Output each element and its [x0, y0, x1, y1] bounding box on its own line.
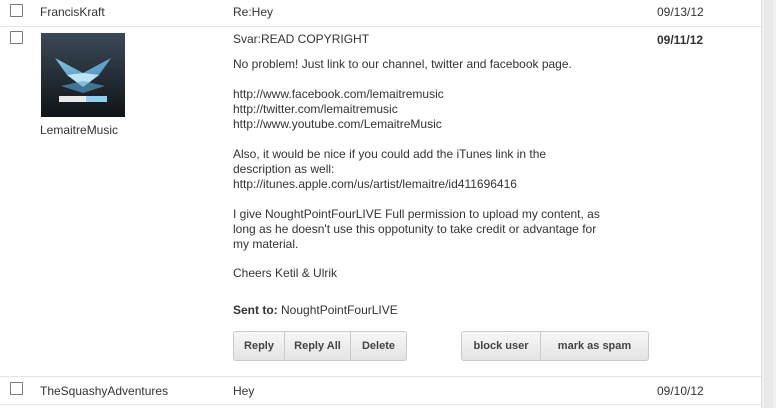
- sent-to-recipient[interactable]: NoughtPointFourLIVE: [281, 303, 398, 317]
- message-date: 09/10/12: [657, 384, 704, 398]
- message-date: 09/13/12: [657, 5, 704, 19]
- row-divider: [0, 376, 762, 377]
- message-date: 09/11/12: [657, 33, 704, 47]
- message-body-line: Also, it would be nice if you could add …: [233, 147, 547, 161]
- message-checkbox[interactable]: [10, 31, 23, 44]
- mark-as-spam-button[interactable]: mark as spam: [540, 331, 649, 361]
- message-subject[interactable]: Hey: [233, 384, 254, 398]
- message-link[interactable]: http://www.facebook.com/lemaitremusic: [233, 87, 444, 101]
- message-body-line: description as well:: [233, 162, 335, 176]
- sent-to-label: Sent to:: [233, 303, 278, 317]
- message-sender[interactable]: TheSquashyAdventures: [40, 384, 168, 398]
- message-link[interactable]: http://www.youtube.com/LemaitreMusic: [233, 117, 442, 131]
- vertical-scrollbar[interactable]: [761, 0, 776, 408]
- message-body-line: my material.: [233, 237, 299, 251]
- message-sender[interactable]: FrancisKraft: [40, 5, 105, 19]
- message-body-line: I give NoughtPointFourLIVE Full permissi…: [233, 207, 600, 221]
- lemaitre-logo-icon: [41, 33, 125, 117]
- block-user-button[interactable]: block user: [461, 331, 541, 361]
- message-subject[interactable]: Svar:READ COPYRIGHT: [233, 32, 369, 46]
- row-divider: [0, 404, 762, 405]
- row-divider: [0, 26, 762, 27]
- sent-to: Sent to: NoughtPointFourLIVE: [233, 303, 398, 317]
- message-checkbox[interactable]: [10, 4, 23, 17]
- delete-button[interactable]: Delete: [350, 331, 407, 361]
- reply-all-button[interactable]: Reply All: [284, 331, 351, 361]
- scrollbar-thumb[interactable]: [764, 0, 773, 408]
- message-subject[interactable]: Re:Hey: [233, 5, 273, 19]
- reply-button[interactable]: Reply: [233, 331, 285, 361]
- message-link[interactable]: http://itunes.apple.com/us/artist/lemait…: [233, 177, 517, 191]
- message-sender[interactable]: LemaitreMusic: [40, 123, 118, 137]
- message-link[interactable]: http://twitter.com/lemaitremusic: [233, 102, 398, 116]
- message-body-line: No problem! Just link to our channel, tw…: [233, 57, 572, 71]
- message-body-line: Cheers Ketil & Ulrik: [233, 266, 338, 280]
- avatar[interactable]: [41, 33, 125, 117]
- message-checkbox[interactable]: [10, 382, 23, 395]
- message-body-line: long as he doesn't use this oppotunity t…: [233, 222, 597, 236]
